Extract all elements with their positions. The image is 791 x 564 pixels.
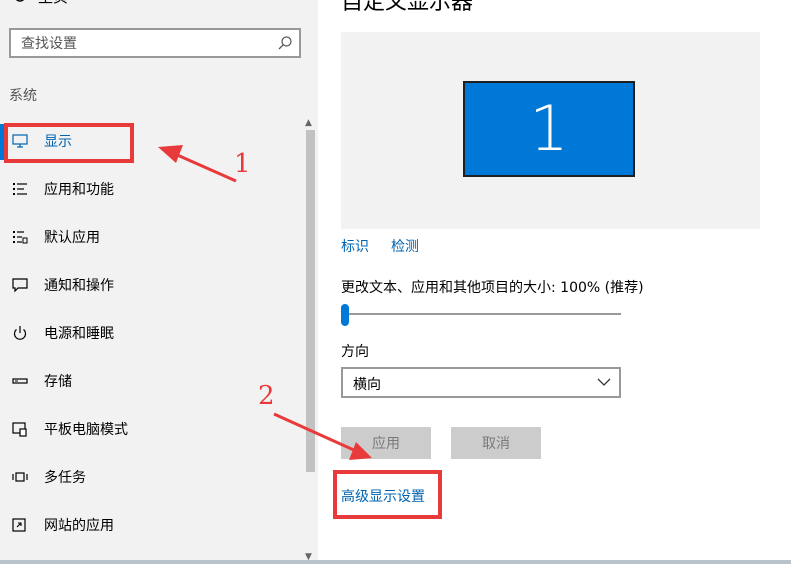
default-apps-icon <box>13 231 28 244</box>
sidebar-item-multitasking[interactable]: 多任务 <box>0 457 300 497</box>
multitask-icon <box>12 472 28 482</box>
sidebar-scrollbar[interactable]: ▲ ▼ <box>303 118 317 564</box>
monitor-number: 1 <box>529 92 569 165</box>
sidebar-item-label: 存储 <box>44 374 72 390</box>
search-box[interactable] <box>9 28 301 58</box>
scale-label: 更改文本、应用和其他项目的大小: 100% (推荐) <box>341 280 644 296</box>
notification-icon <box>12 278 28 293</box>
display-arrangement-area: 1 <box>341 32 760 229</box>
power-icon <box>13 326 27 340</box>
orientation-label: 方向 <box>341 344 369 360</box>
sidebar-item-label: 默认应用 <box>44 230 100 246</box>
search-input[interactable] <box>21 34 261 54</box>
sidebar-item-tablet-mode[interactable]: 平板电脑模式 <box>0 409 300 449</box>
sidebar-item-apps-features[interactable]: 应用和功能 <box>0 169 300 209</box>
scale-slider[interactable] <box>341 302 623 326</box>
taskbar-edge <box>0 560 791 564</box>
web-apps-icon <box>12 518 26 532</box>
annotation-box-1 <box>4 123 134 163</box>
slider-track[interactable] <box>341 313 621 315</box>
identify-link[interactable]: 标识 <box>341 236 369 256</box>
sidebar-item-label: 应用和功能 <box>44 182 114 198</box>
section-label: 系统 <box>9 88 37 104</box>
gear-icon <box>15 0 25 2</box>
orientation-value: 横向 <box>353 377 381 393</box>
apply-button[interactable]: 应用 <box>341 427 431 459</box>
sidebar-item-label: 电源和睡眠 <box>44 326 114 342</box>
sidebar-item-default-apps[interactable]: 默认应用 <box>0 217 300 257</box>
tablet-mode-icon <box>12 422 27 437</box>
monitor-tile[interactable]: 1 <box>463 81 635 177</box>
scroll-thumb[interactable] <box>306 130 315 472</box>
settings-sidebar: 主页 系统 显示 应用和功能 默认应用 <box>0 0 318 564</box>
chevron-down-icon <box>597 378 611 386</box>
sidebar-item-label: 通知和操作 <box>44 278 114 294</box>
sidebar-item-power-sleep[interactable]: 电源和睡眠 <box>0 313 300 353</box>
slider-thumb[interactable] <box>341 304 349 326</box>
storage-icon <box>12 378 28 384</box>
home-label: 主页 <box>38 0 68 7</box>
annotation-number-2: 2 <box>258 381 275 411</box>
sidebar-item-label: 平板电脑模式 <box>44 422 128 438</box>
home-nav[interactable]: 主页 <box>12 0 68 6</box>
sidebar-item-label: 多任务 <box>44 470 86 486</box>
sidebar-item-web-apps[interactable]: 网站的应用 <box>0 505 300 545</box>
orientation-dropdown[interactable]: 横向 <box>341 367 621 398</box>
sidebar-item-storage[interactable]: 存储 <box>0 361 300 401</box>
detect-link[interactable]: 检测 <box>391 236 419 256</box>
annotation-number-1: 1 <box>234 149 251 179</box>
scroll-up-arrow-icon[interactable]: ▲ <box>305 118 312 128</box>
search-icon[interactable] <box>277 35 293 51</box>
sidebar-item-notifications[interactable]: 通知和操作 <box>0 265 300 305</box>
page-title: 自定义显示器 <box>341 0 474 15</box>
annotation-box-2 <box>333 470 442 519</box>
sidebar-item-label: 网站的应用 <box>44 518 114 534</box>
apps-list-icon <box>13 183 27 195</box>
cancel-button[interactable]: 取消 <box>451 427 541 459</box>
